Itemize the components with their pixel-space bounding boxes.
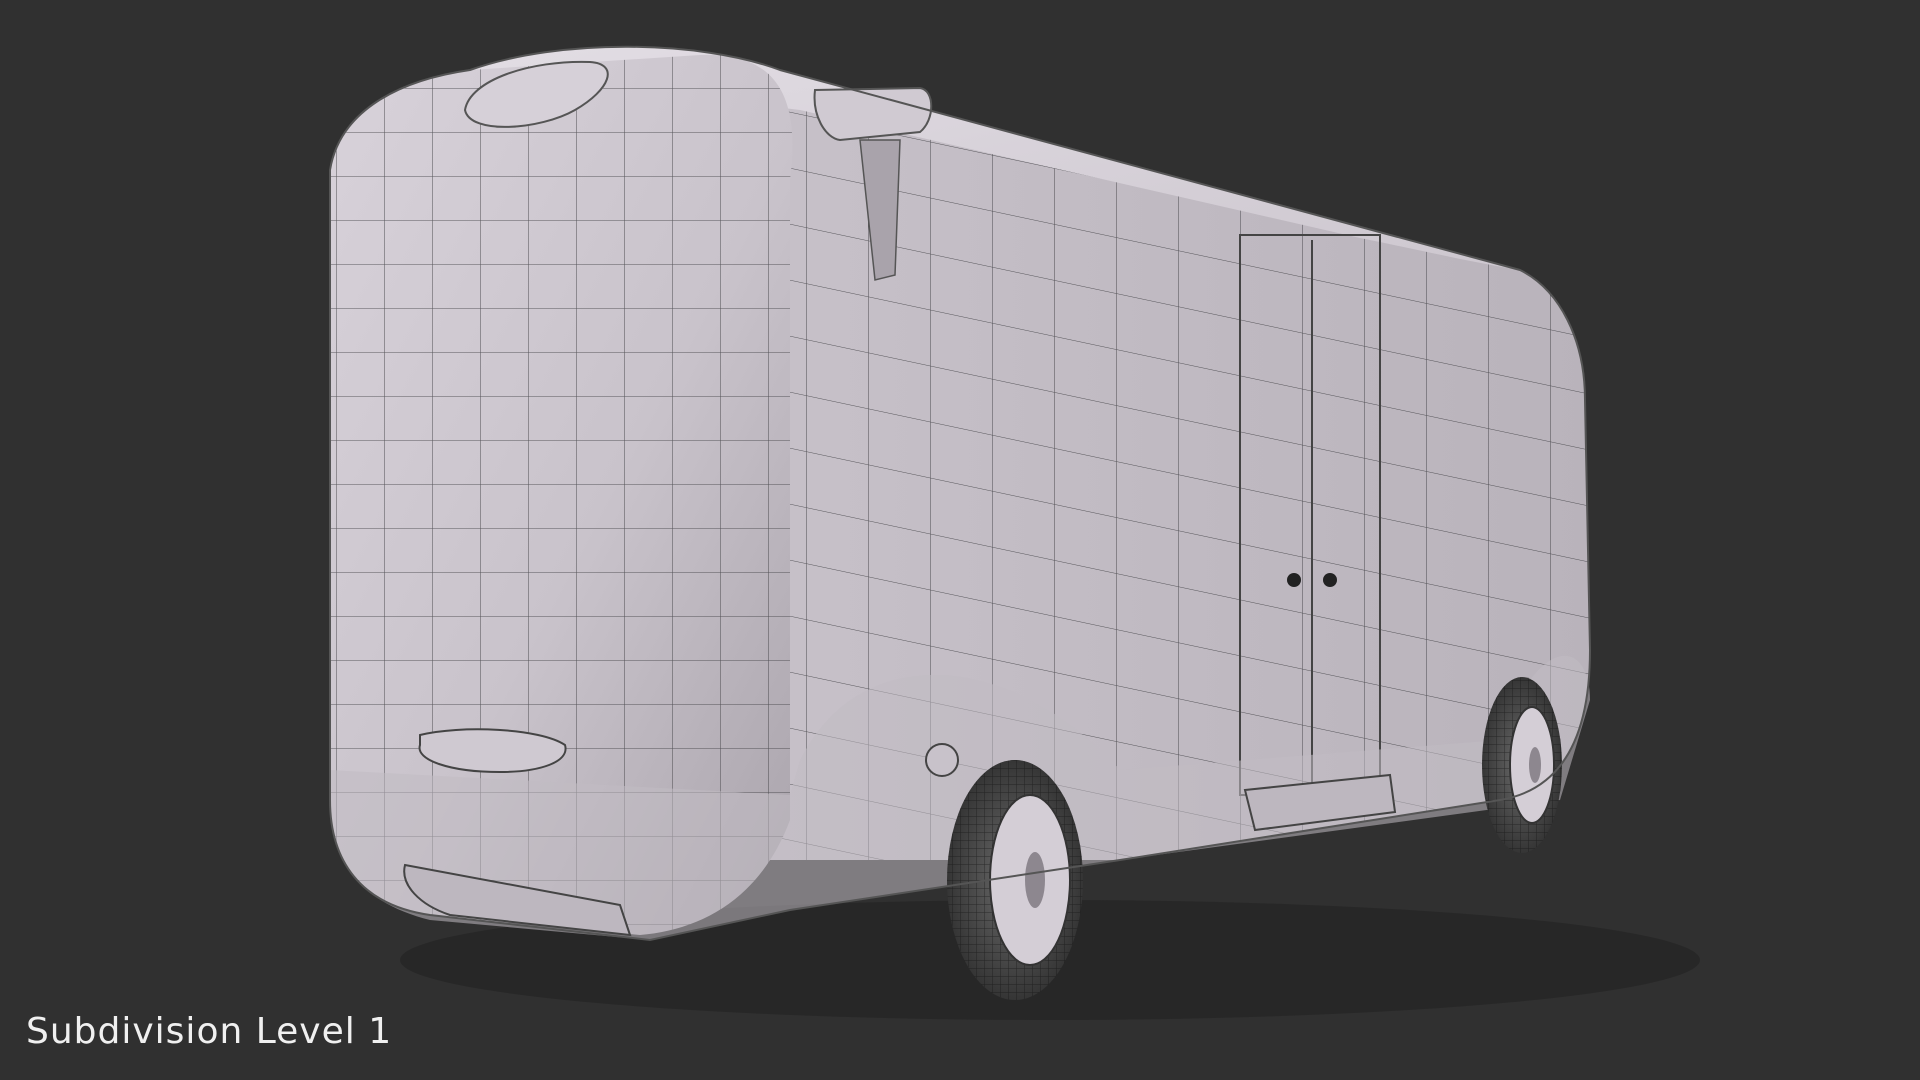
charge-port: [925, 743, 959, 777]
render-viewport: Subdivision Level 1: [0, 0, 1920, 1080]
wheel-front: [947, 760, 1083, 1000]
subdivision-caption: Subdivision Level 1: [26, 1011, 393, 1052]
vehicle-render: [329, 45, 1700, 1020]
door-handle-right: [1323, 573, 1337, 587]
door-handle-left: [1287, 573, 1301, 587]
wheel-rear: [1482, 677, 1562, 853]
rear-light: [418, 728, 567, 774]
